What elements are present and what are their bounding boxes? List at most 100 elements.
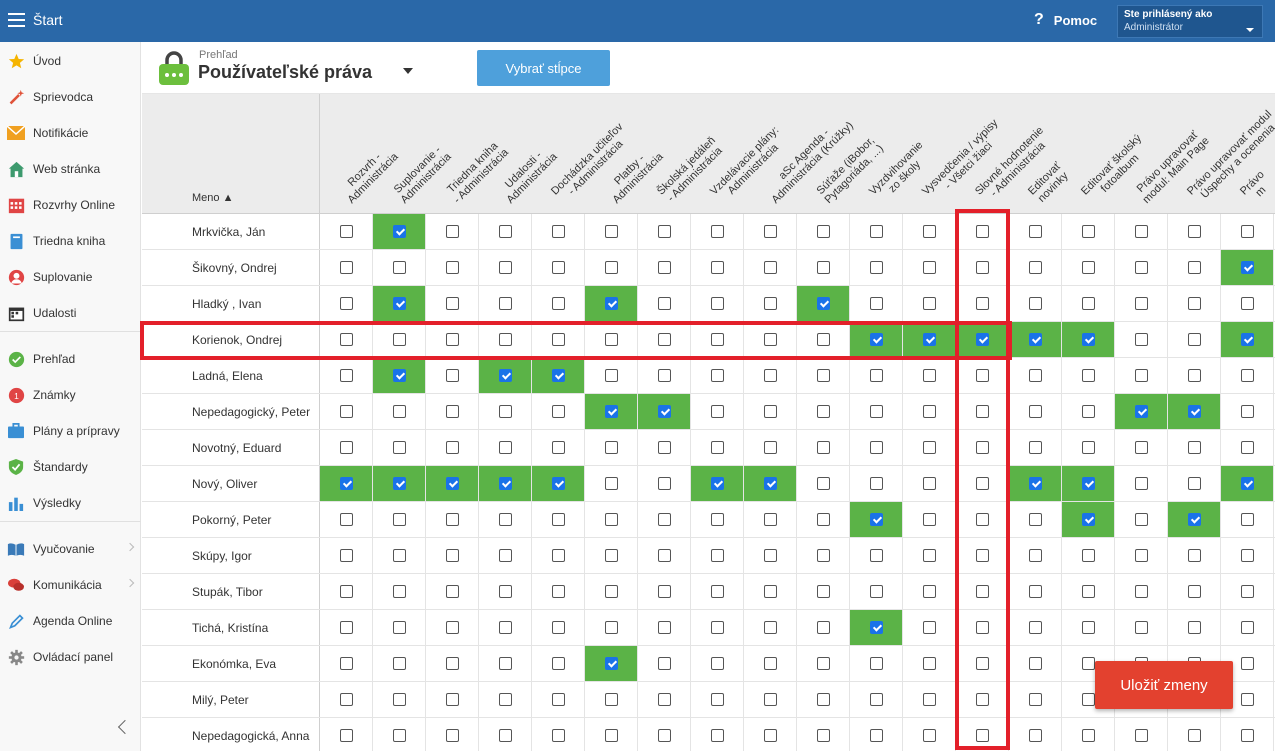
- permission-checkbox[interactable]: [1241, 657, 1254, 670]
- column-header-13[interactable]: Slovné hodnotenie - Administrácia: [956, 94, 1048, 214]
- permission-checkbox[interactable]: [1029, 657, 1042, 670]
- permission-checkbox[interactable]: [499, 333, 512, 346]
- permission-checkbox[interactable]: [605, 621, 618, 634]
- start-title[interactable]: Štart: [33, 12, 63, 28]
- permission-checkbox[interactable]: [1029, 441, 1042, 454]
- permission-checkbox[interactable]: [605, 585, 618, 598]
- permission-checkbox[interactable]: [976, 369, 989, 382]
- permission-checkbox[interactable]: [393, 585, 406, 598]
- permission-checkbox[interactable]: [1241, 549, 1254, 562]
- sidebar-item-6[interactable]: Triedna kniha: [0, 223, 141, 259]
- permission-checkbox[interactable]: [711, 693, 724, 706]
- permission-checkbox[interactable]: [870, 405, 883, 418]
- permission-checkbox[interactable]: [1082, 297, 1095, 310]
- permission-checkbox[interactable]: [1135, 405, 1148, 418]
- permission-checkbox[interactable]: [658, 657, 671, 670]
- permission-checkbox[interactable]: [817, 297, 830, 310]
- permission-checkbox[interactable]: [499, 441, 512, 454]
- permission-checkbox[interactable]: [711, 333, 724, 346]
- permission-checkbox[interactable]: [446, 729, 459, 742]
- permission-checkbox[interactable]: [446, 585, 459, 598]
- permission-checkbox[interactable]: [1029, 549, 1042, 562]
- permission-checkbox[interactable]: [393, 729, 406, 742]
- permission-checkbox[interactable]: [764, 729, 777, 742]
- permission-checkbox[interactable]: [1188, 729, 1201, 742]
- permission-checkbox[interactable]: [711, 621, 724, 634]
- permission-checkbox[interactable]: [870, 621, 883, 634]
- permission-checkbox[interactable]: [1082, 693, 1095, 706]
- permission-checkbox[interactable]: [658, 513, 671, 526]
- permission-checkbox[interactable]: [1241, 585, 1254, 598]
- permission-checkbox[interactable]: [605, 225, 618, 238]
- permission-checkbox[interactable]: [764, 477, 777, 490]
- permission-checkbox[interactable]: [340, 225, 353, 238]
- permission-checkbox[interactable]: [552, 621, 565, 634]
- permission-checkbox[interactable]: [976, 621, 989, 634]
- permission-checkbox[interactable]: [552, 729, 565, 742]
- hamburger-menu-icon[interactable]: [8, 13, 25, 27]
- permission-checkbox[interactable]: [976, 405, 989, 418]
- permission-checkbox[interactable]: [817, 513, 830, 526]
- sidebar-item-15[interactable]: Komunikácia: [0, 567, 141, 603]
- permission-checkbox[interactable]: [764, 369, 777, 382]
- permission-checkbox[interactable]: [976, 261, 989, 274]
- permission-checkbox[interactable]: [340, 549, 353, 562]
- sidebar-item-11[interactable]: Plány a prípravy: [0, 413, 141, 449]
- permission-checkbox[interactable]: [1135, 225, 1148, 238]
- column-header-14[interactable]: Editovať novinky: [1009, 94, 1071, 214]
- permission-checkbox[interactable]: [1082, 405, 1095, 418]
- permission-checkbox[interactable]: [605, 441, 618, 454]
- permission-checkbox[interactable]: [1029, 729, 1042, 742]
- permission-checkbox[interactable]: [605, 693, 618, 706]
- permission-checkbox[interactable]: [711, 369, 724, 382]
- permission-checkbox[interactable]: [1082, 549, 1095, 562]
- permission-checkbox[interactable]: [658, 261, 671, 274]
- permission-checkbox[interactable]: [1241, 729, 1254, 742]
- permission-checkbox[interactable]: [658, 333, 671, 346]
- select-columns-button[interactable]: Vybrať stĺpce: [477, 50, 610, 86]
- permission-checkbox[interactable]: [605, 513, 618, 526]
- permission-checkbox[interactable]: [923, 441, 936, 454]
- permission-checkbox[interactable]: [340, 261, 353, 274]
- permission-checkbox[interactable]: [976, 441, 989, 454]
- permission-checkbox[interactable]: [1029, 225, 1042, 238]
- permission-checkbox[interactable]: [817, 549, 830, 562]
- permission-checkbox[interactable]: [764, 549, 777, 562]
- permission-checkbox[interactable]: [817, 585, 830, 598]
- permission-checkbox[interactable]: [976, 729, 989, 742]
- column-header-15[interactable]: Editovať školský fotoalbum: [1062, 94, 1144, 214]
- permission-checkbox[interactable]: [1241, 369, 1254, 382]
- permission-checkbox[interactable]: [340, 693, 353, 706]
- permission-checkbox[interactable]: [1135, 729, 1148, 742]
- permission-checkbox[interactable]: [393, 621, 406, 634]
- permission-checkbox[interactable]: [870, 297, 883, 310]
- sidebar-item-4[interactable]: Web stránka: [0, 151, 141, 187]
- permission-checkbox[interactable]: [870, 513, 883, 526]
- permission-checkbox[interactable]: [870, 549, 883, 562]
- permission-checkbox[interactable]: [340, 477, 353, 490]
- permission-checkbox[interactable]: [764, 333, 777, 346]
- permission-checkbox[interactable]: [976, 477, 989, 490]
- column-header-16[interactable]: Právo upravovať modul: Main Page: [1115, 94, 1212, 214]
- permission-checkbox[interactable]: [1082, 369, 1095, 382]
- permission-checkbox[interactable]: [499, 549, 512, 562]
- permission-checkbox[interactable]: [870, 477, 883, 490]
- permission-checkbox[interactable]: [764, 225, 777, 238]
- column-header-6[interactable]: Platby - Administrácia: [585, 94, 666, 214]
- permission-checkbox[interactable]: [499, 477, 512, 490]
- column-header-7[interactable]: Školská jedáleň - Administrácia: [638, 94, 725, 214]
- breadcrumb[interactable]: Prehľad: [199, 49, 238, 61]
- permission-checkbox[interactable]: [1082, 441, 1095, 454]
- user-dropdown[interactable]: Ste prihlásený ako Administrátor: [1117, 5, 1263, 38]
- permission-checkbox[interactable]: [446, 441, 459, 454]
- permission-checkbox[interactable]: [1082, 657, 1095, 670]
- permission-checkbox[interactable]: [764, 441, 777, 454]
- permission-checkbox[interactable]: [499, 261, 512, 274]
- permission-checkbox[interactable]: [1135, 513, 1148, 526]
- permission-checkbox[interactable]: [1241, 225, 1254, 238]
- permission-checkbox[interactable]: [393, 549, 406, 562]
- permission-checkbox[interactable]: [711, 513, 724, 526]
- permission-checkbox[interactable]: [1188, 297, 1201, 310]
- permission-checkbox[interactable]: [1135, 585, 1148, 598]
- permission-checkbox[interactable]: [870, 657, 883, 670]
